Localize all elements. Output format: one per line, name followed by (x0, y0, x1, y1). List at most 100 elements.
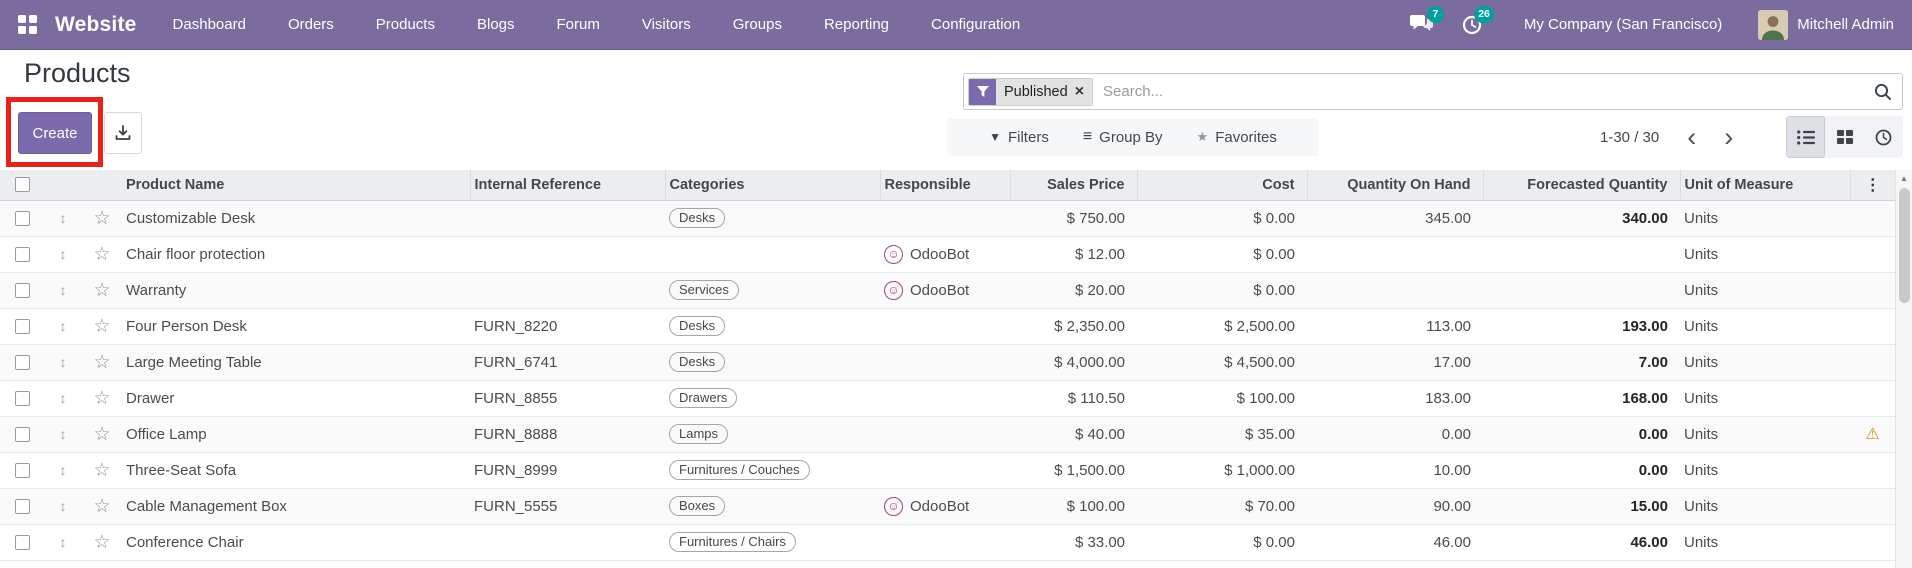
drag-handle-icon[interactable]: ↕ (60, 282, 67, 298)
table-row[interactable]: ↕ ☆ Customizable Desk Desks $ 750.00 $ 0… (0, 200, 1895, 237)
row-checkbox[interactable] (14, 499, 30, 515)
menu-dashboard[interactable]: Dashboard (173, 16, 246, 33)
header-unit-of-measure[interactable]: Unit of Measure (1680, 170, 1851, 201)
table-row[interactable]: ↕ ☆ Conference Chair Furnitures / Chairs… (0, 524, 1895, 561)
menu-groups[interactable]: Groups (733, 16, 782, 33)
row-checkbox[interactable] (14, 391, 30, 407)
select-all-header[interactable] (0, 170, 44, 201)
menu-blogs[interactable]: Blogs (477, 16, 515, 33)
search-bar: Published × (963, 73, 1903, 110)
drag-handle-icon[interactable]: ↕ (60, 390, 67, 406)
table-row[interactable]: ↕ ☆ Large Meeting Table FURN_6741 Desks … (0, 344, 1895, 381)
activity-view-button[interactable] (1864, 116, 1903, 158)
drag-handle-icon[interactable]: ↕ (60, 498, 67, 514)
table-row[interactable]: ↕ ☆ Three-Seat Sofa FURN_8999 Furnitures… (0, 452, 1895, 489)
category-tag: Desks (669, 208, 726, 228)
table-row[interactable]: ↕ ☆ Chair floor protection ☺ OdooBot $ 1… (0, 236, 1895, 273)
favorite-star-icon[interactable]: ☆ (93, 352, 110, 373)
row-checkbox[interactable] (14, 535, 30, 551)
favorite-star-icon[interactable]: ☆ (93, 244, 110, 265)
drag-handle-icon[interactable]: ↕ (60, 534, 67, 550)
search-icon[interactable] (1874, 83, 1892, 101)
drag-handle-icon[interactable]: ↕ (60, 462, 67, 478)
header-responsible[interactable]: Responsible (880, 170, 1011, 201)
menu-forum[interactable]: Forum (557, 16, 600, 33)
header-internal-reference[interactable]: Internal Reference (470, 170, 666, 201)
kanban-view-button[interactable] (1825, 116, 1864, 158)
pager-next-icon[interactable]: › (1714, 123, 1743, 151)
unit-of-measure: Units (1684, 533, 1719, 551)
table-row[interactable]: ↕ ☆ Four Person Desk FURN_8220 Desks $ 2… (0, 308, 1895, 345)
warning-icon: ⚠ (1865, 426, 1880, 443)
favorite-star-icon[interactable]: ☆ (93, 424, 110, 445)
apps-menu-icon[interactable] (18, 15, 37, 34)
search-input[interactable] (1093, 83, 1874, 100)
list-view-button[interactable] (1786, 116, 1825, 158)
header-quantity-on-hand[interactable]: Quantity On Hand (1307, 170, 1484, 201)
facet-remove-icon[interactable]: × (1075, 83, 1084, 100)
row-checkbox[interactable] (14, 463, 30, 479)
create-button[interactable]: Create (18, 112, 92, 154)
cost: $ 100.00 (1236, 389, 1295, 407)
column-options-header[interactable]: ⋮ (1850, 170, 1895, 201)
export-button[interactable] (104, 112, 142, 154)
product-name: Customizable Desk (126, 209, 256, 227)
company-switcher[interactable]: My Company (San Francisco) (1524, 16, 1722, 33)
select-all-checkbox[interactable] (14, 177, 30, 193)
favorite-star-icon[interactable]: ☆ (93, 280, 110, 301)
drag-handle-icon[interactable]: ↕ (60, 210, 67, 226)
unit-of-measure: Units (1684, 425, 1719, 443)
header-cost[interactable]: Cost (1137, 170, 1308, 201)
filters-button[interactable]: ▼ Filters (989, 129, 1049, 146)
scrollbar-up-icon[interactable]: ▲ (1896, 170, 1912, 183)
menu-reporting[interactable]: Reporting (824, 16, 889, 33)
row-checkbox[interactable] (14, 283, 30, 299)
facet-label: Published (1004, 83, 1068, 100)
row-checkbox[interactable] (14, 319, 30, 335)
unit-of-measure: Units (1684, 317, 1719, 335)
drag-handle-icon[interactable]: ↕ (60, 246, 67, 262)
table-row[interactable]: ↕ ☆ Warranty Services ☺ OdooBot $ 20.00 … (0, 272, 1895, 309)
row-checkbox[interactable] (14, 427, 30, 443)
group-by-button[interactable]: ≡ Group By (1083, 128, 1163, 146)
header-product-name[interactable]: Product Name (122, 170, 471, 201)
cost: $ 1,000.00 (1224, 461, 1295, 479)
drag-handle-icon[interactable]: ↕ (60, 426, 67, 442)
header-sales-price[interactable]: Sales Price (1010, 170, 1138, 201)
product-name: Three-Seat Sofa (126, 461, 237, 479)
table-row[interactable]: ↕ ☆ Drawer FURN_8855 Drawers $ 110.50 $ … (0, 380, 1895, 417)
menu-visitors[interactable]: Visitors (642, 16, 691, 33)
responsible-name: OdooBot (910, 245, 970, 263)
menu-products[interactable]: Products (376, 16, 435, 33)
favorites-button[interactable]: ★ Favorites (1197, 129, 1277, 146)
app-brand[interactable]: Website (55, 13, 137, 37)
messages-icon[interactable]: 7 (1408, 5, 1444, 38)
scrollbar-thumb[interactable] (1899, 188, 1910, 303)
favorite-star-icon[interactable]: ☆ (93, 532, 110, 553)
user-menu[interactable]: Mitchell Admin (1758, 9, 1894, 40)
header-categories[interactable]: Categories (665, 170, 881, 201)
favorite-star-icon[interactable]: ☆ (93, 208, 110, 229)
table-row[interactable]: ↕ ☆ Office Lamp FURN_8888 Lamps $ 40.00 … (0, 416, 1895, 453)
internal-reference: FURN_8999 (474, 461, 558, 479)
menu-configuration[interactable]: Configuration (931, 16, 1020, 33)
menu-orders[interactable]: Orders (288, 16, 334, 33)
responsible-name: OdooBot (910, 497, 970, 515)
favorite-star-icon[interactable]: ☆ (93, 316, 110, 337)
vertical-scrollbar[interactable]: ▲ (1895, 170, 1912, 568)
row-checkbox[interactable] (14, 211, 30, 227)
favorite-star-icon[interactable]: ☆ (93, 388, 110, 409)
table-header-row: Product Name Internal Reference Categori… (0, 170, 1895, 201)
row-checkbox[interactable] (14, 355, 30, 371)
activities-icon[interactable]: 26 (1458, 5, 1494, 38)
favorite-star-icon[interactable]: ☆ (93, 460, 110, 481)
header-forecasted-quantity[interactable]: Forecasted Quantity (1483, 170, 1681, 201)
top-navbar: Website Dashboard Orders Products Blogs … (0, 0, 1912, 50)
column-options-icon[interactable]: ⋮ (1865, 177, 1881, 194)
favorite-star-icon[interactable]: ☆ (93, 496, 110, 517)
table-row[interactable]: ↕ ☆ Cable Management Box FURN_5555 Boxes… (0, 488, 1895, 525)
pager-previous-icon[interactable]: ‹ (1677, 123, 1706, 151)
drag-handle-icon[interactable]: ↕ (60, 318, 67, 334)
row-checkbox[interactable] (14, 247, 30, 263)
drag-handle-icon[interactable]: ↕ (60, 354, 67, 370)
